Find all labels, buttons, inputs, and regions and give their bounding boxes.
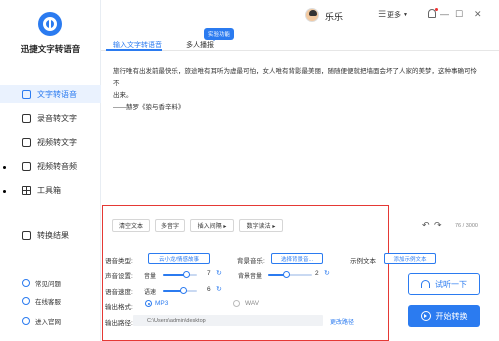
char-counter: 76 / 3000 [455,223,478,229]
sidebar-item-toolbox[interactable]: 工具箱 [0,181,101,199]
video-icon [22,137,31,147]
wav-label: WAV [245,300,260,307]
website-link[interactable]: 进入官网 [22,316,61,326]
insert-pause-button[interactable]: 插入间隔 ▸ [190,219,234,232]
bell-icon[interactable] [428,8,438,18]
sidebar-item-label: 转换结果 [37,230,69,240]
more-label: 更多 [387,12,401,19]
try-listen-label: 试听一下 [435,279,467,289]
faq-label: 常见问题 [35,281,61,288]
text-line: 旅行唯有出发前最快乐，旅途唯有耳听为虚最可怕，女人唯有背影最美丽，随随便便就把墙… [113,68,477,87]
question-icon [22,279,30,287]
marker-dot [3,166,6,169]
sidebar-item-label: 文字转语音 [37,89,77,99]
sidebar-item-label: 录音转文字 [37,113,77,123]
sidebar-item-label: 视频转音频 [37,161,77,171]
maximize-button[interactable]: ☐ [455,9,463,20]
support-link[interactable]: 在线客服 [22,296,61,306]
active-tab-indicator [106,49,162,51]
volume-value: 7 [207,270,211,277]
results-icon [22,230,31,240]
sample-text-label: 示例文本 [350,258,376,265]
voice-type-select[interactable]: 云小龙/情感故事 [148,253,210,264]
volume-slider[interactable] [163,271,197,278]
volume-label: 音量 [144,274,157,280]
sidebar: 迅捷文字转语音 文字转语音 录音转文字 视频转文字 视频转音频 工具箱 转换结果… [0,0,101,341]
chevron-down-icon: ▼ [403,12,408,18]
text-to-speech-icon [22,89,31,99]
mp3-label: MP3 [155,300,169,307]
text-line: ——赫罗《狼与香辛料》 [113,104,185,111]
app-name: 迅捷文字转语音 [20,44,81,54]
start-convert-button[interactable]: 开始转换 [408,305,480,327]
redo-icon[interactable]: ↷ [434,220,442,231]
avatar[interactable] [305,8,319,22]
bg-music-label: 背景音乐: [237,258,265,265]
play-icon [420,311,431,321]
bg-volume-value: 2 [315,270,319,277]
clear-text-button[interactable]: 清空文本 [112,219,150,232]
sidebar-item-results[interactable]: 转换结果 [0,226,101,244]
headphones-icon [421,280,430,288]
voice-type-label: 语音类型: [105,258,133,265]
undo-icon[interactable]: ↶ [422,220,430,231]
output-path-field[interactable]: C:\Users\admin\desktop [133,315,323,326]
headset-icon [22,297,30,305]
marker-dot [3,190,6,193]
tab-multi-speaker[interactable]: 多人播报 [186,40,214,50]
speed-slider[interactable] [163,287,197,294]
microphone-icon [22,113,31,123]
start-convert-label: 开始转换 [435,311,468,321]
website-label: 进入官网 [35,319,61,326]
number-reading-button[interactable]: 数字读法 ▸ [239,219,283,232]
try-listen-button[interactable]: 试听一下 [408,273,480,295]
output-path-label: 输出路径: [105,320,133,327]
output-format-label: 输出格式: [105,304,133,311]
wav-radio[interactable] [233,300,240,307]
globe-icon [22,317,30,325]
video-audio-icon [22,161,31,171]
minimize-button[interactable]: — [440,9,449,19]
more-button[interactable]: 更多 ▼ [387,10,408,20]
sound-settings-label: 声音设置: [105,273,133,280]
speed-value: 6 [207,286,211,293]
app-logo-icon [38,12,62,36]
bg-volume-label: 背景音量 [238,274,263,280]
experimental-badge: 实验功能 [204,28,235,41]
speed-label: 语音速度: [105,289,133,296]
change-path-link[interactable]: 更改路径 [330,317,354,326]
text-line: 出来。 [113,92,133,99]
volume-slider-handle[interactable] [183,271,190,278]
close-button[interactable]: ✕ [474,9,482,20]
reset-volume-icon[interactable]: ↻ [216,269,222,277]
toolbox-icon [22,185,31,195]
mp3-radio[interactable] [145,300,152,307]
text-input-area[interactable]: 旅行唯有出发前最快乐，旅途唯有耳听为虚最可怕，女人唯有背影最美丽，随随便便就把墙… [113,66,483,114]
username[interactable]: 乐乐 [325,10,343,23]
sidebar-item-video-to-text[interactable]: 视频转文字 [0,133,101,151]
sample-text-button[interactable]: 添加示例文本 [384,253,436,264]
sidebar-item-video-to-audio[interactable]: 视频转音频 [0,157,101,175]
reset-bg-volume-icon[interactable]: ↻ [324,269,330,277]
menu-icon[interactable]: ☰ [378,9,386,20]
faq-link[interactable]: 常见问题 [22,278,61,288]
sidebar-item-text-to-speech[interactable]: 文字转语音 [0,85,101,103]
sidebar-item-label: 视频转文字 [37,137,77,147]
sidebar-item-label: 工具箱 [37,185,61,195]
speed-slider-handle[interactable] [180,287,187,294]
bg-music-select[interactable]: 选择背景音... [271,253,323,264]
bg-volume-slider[interactable] [268,271,312,278]
reset-speed-icon[interactable]: ↻ [216,285,222,293]
support-label: 在线客服 [35,299,61,306]
speed-sub-label: 语速 [144,290,157,296]
bg-volume-slider-handle[interactable] [283,271,290,278]
polyphone-button[interactable]: 多音字 [155,219,185,232]
sidebar-item-recording-to-text[interactable]: 录音转文字 [0,109,101,127]
